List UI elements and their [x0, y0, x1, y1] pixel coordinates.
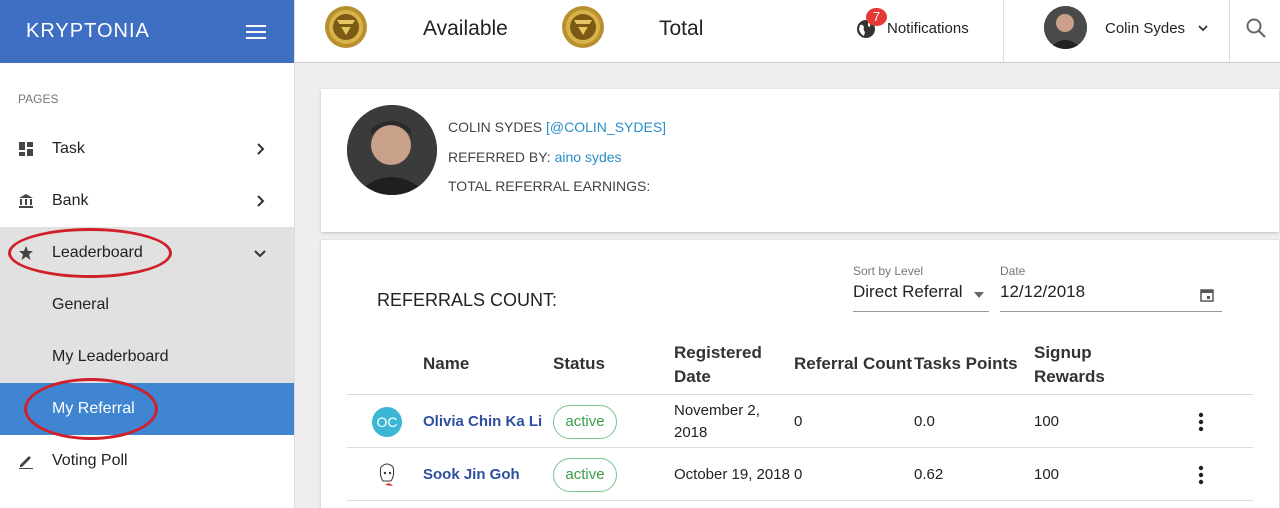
- registered-date: October 19, 2018: [674, 466, 790, 483]
- referral-count: 0: [794, 413, 803, 430]
- sort-level-value: Direct Referral: [853, 282, 963, 301]
- sidebar-item-general[interactable]: General: [0, 279, 294, 331]
- search-icon[interactable]: [1245, 17, 1267, 39]
- referral-name-link[interactable]: Sook Jin Goh: [423, 466, 520, 483]
- sidebar-item-label: My Leaderboard: [52, 348, 169, 365]
- star-icon: [19, 246, 33, 260]
- divider: [1003, 0, 1004, 63]
- sidebar-item-task[interactable]: Task: [0, 123, 294, 175]
- profile-handle-link[interactable]: [@COLIN_SYDES]: [546, 119, 666, 135]
- chevron-down-icon: [254, 250, 266, 258]
- referral-count: 0: [794, 466, 803, 483]
- sidebar-item-my-referral[interactable]: My Referral: [0, 383, 294, 435]
- svg-text:OC: OC: [377, 414, 398, 430]
- total-earnings-label: TOTAL REFERRAL EARNINGS:: [448, 178, 651, 194]
- profile-name: COLIN SYDES: [448, 119, 543, 135]
- avatar[interactable]: [1044, 6, 1087, 49]
- chevron-right-icon: [257, 143, 265, 155]
- coin-icon: [562, 6, 604, 48]
- referred-by-label: REFERRED BY:: [448, 149, 551, 165]
- date-field[interactable]: 12/12/2018: [1000, 282, 1222, 312]
- sort-level-select[interactable]: Direct Referral: [853, 282, 989, 312]
- row-avatar: OC: [372, 407, 402, 437]
- sidebar-item-label: Voting Poll: [52, 452, 128, 469]
- brand-bar: KRYPTONIA: [0, 0, 294, 63]
- column-header-tasks-points: Tasks Points: [914, 354, 1018, 373]
- signup-rewards: 100: [1034, 466, 1060, 483]
- column-header-referral-count: Referral Count: [794, 354, 913, 373]
- dashboard-icon: [19, 142, 33, 156]
- sidebar-item-voting-poll[interactable]: Voting Poll: [0, 435, 294, 487]
- date-label: Date: [1000, 264, 1026, 278]
- hamburger-icon[interactable]: [246, 24, 266, 39]
- status-badge: active: [553, 405, 617, 439]
- referrals-count-title: REFERRALS COUNT:: [377, 290, 558, 310]
- notifications-label: Notifications: [887, 20, 969, 37]
- sidebar-item-label: General: [52, 296, 109, 313]
- tasks-points: 0.0: [914, 413, 935, 430]
- registered-date: November 2, 2018: [674, 402, 760, 441]
- section-label: PAGES: [18, 92, 59, 106]
- brand-title: KRYPTONIA: [26, 20, 150, 42]
- date-value: 12/12/2018: [1000, 282, 1086, 301]
- status-badge: active: [553, 458, 617, 492]
- notifications-button[interactable]: 7 Notifications: [856, 6, 986, 50]
- column-header-name: Name: [423, 354, 470, 373]
- sidebar-item-bank[interactable]: Bank: [0, 175, 294, 227]
- coin-icon: [325, 6, 367, 48]
- column-header-registered-date: Registered Date: [674, 343, 762, 386]
- sidebar-item-label: Task: [52, 140, 85, 157]
- more-vert-icon[interactable]: [1195, 464, 1207, 486]
- divider: [1229, 0, 1230, 63]
- calendar-icon[interactable]: [1200, 288, 1214, 302]
- row-avatar: [371, 459, 403, 491]
- profile-card: COLIN SYDES [@COLIN_SYDES] REFERRED BY: …: [321, 89, 1279, 232]
- more-vert-icon[interactable]: [1195, 411, 1207, 433]
- row-divider: [347, 447, 1253, 448]
- notifications-badge: 7: [866, 8, 887, 26]
- row-divider: [347, 394, 1253, 395]
- chevron-right-icon: [257, 195, 265, 207]
- referral-name-link[interactable]: Olivia Chin Ka Li: [423, 413, 542, 430]
- pencil-icon: [19, 456, 33, 469]
- profile-name-line: COLIN SYDES [@COLIN_SYDES]: [448, 119, 666, 135]
- profile-avatar: [347, 105, 437, 195]
- sidebar-item-label: Leaderboard: [52, 244, 143, 261]
- referred-by-link[interactable]: aino sydes: [555, 149, 622, 165]
- referrals-card: REFERRALS COUNT: Sort by Level Direct Re…: [321, 240, 1279, 508]
- chevron-down-icon[interactable]: [1197, 23, 1209, 33]
- total-label: Total: [659, 17, 704, 40]
- sidebar: KRYPTONIA PAGES Task Bank Leaderboard Ge…: [0, 0, 295, 508]
- referred-by-line: REFERRED BY: aino sydes: [448, 149, 622, 165]
- sort-level-label: Sort by Level: [853, 264, 924, 278]
- sidebar-item-leaderboard[interactable]: Leaderboard: [0, 227, 294, 279]
- column-header-status: Status: [553, 354, 605, 373]
- column-header-signup-rewards: Signup Rewards: [1034, 343, 1105, 386]
- user-name[interactable]: Colin Sydes: [1105, 20, 1185, 37]
- sidebar-item-label: Bank: [52, 192, 89, 209]
- tasks-points: 0.62: [914, 466, 944, 483]
- signup-rewards: 100: [1034, 413, 1060, 430]
- sidebar-item-label: My Referral: [52, 400, 135, 417]
- bank-icon: [19, 194, 33, 208]
- available-label: Available: [423, 17, 508, 40]
- dropdown-arrow-icon: [974, 292, 984, 298]
- topbar: Available Total 7 Notifications Colin Sy…: [295, 0, 1280, 63]
- row-divider: [347, 500, 1253, 501]
- sidebar-item-my-leaderboard[interactable]: My Leaderboard: [0, 331, 294, 383]
